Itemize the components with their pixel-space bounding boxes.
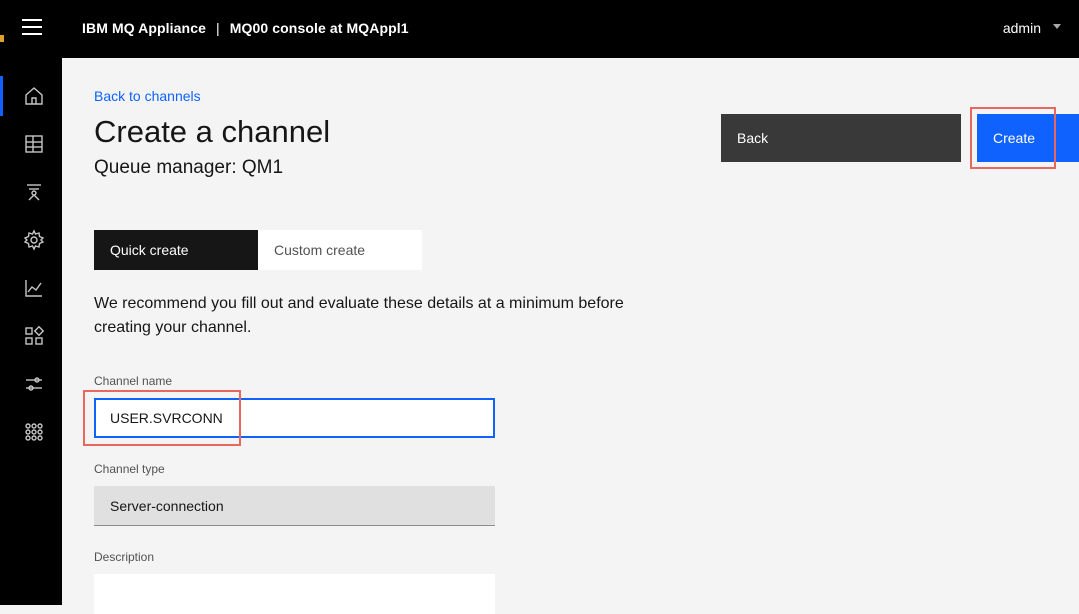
hierarchy-icon [27,184,41,201]
nav-settings[interactable] [0,220,62,260]
create-mode-switcher: Quick create Custom create [94,230,422,270]
nav-apps[interactable] [0,316,62,356]
table-icon [25,135,43,153]
channel-name-label: Channel name [94,374,173,388]
nav-hierarchy[interactable] [0,172,62,212]
side-navigation [0,35,62,605]
menu-icon[interactable] [22,19,42,37]
nav-network[interactable] [0,412,62,452]
intro-text: We recommend you fill out and evaluate t… [94,295,624,336]
user-menu[interactable]: admin [1003,20,1061,36]
tab-quick-create[interactable]: Quick create [94,230,258,270]
back-button[interactable]: Back [721,114,961,162]
home-icon [25,87,43,105]
main-content: Back to channels Create a channel Queue … [62,58,1079,614]
chart-icon [25,280,42,297]
channel-name-input[interactable]: USER.SVRCONN [94,398,495,438]
tab-custom-create[interactable]: Custom create [258,230,422,270]
title-separator: | [215,20,220,36]
queue-manager-subtitle: Queue manager: QM1 [94,157,284,178]
description-label: Description [94,550,155,564]
channel-type-label: Channel type [94,462,165,476]
top-header: IBM MQ Appliance | MQ00 console at MQAppl1… [0,0,1079,58]
nav-home[interactable] [0,76,62,116]
nav-sliders[interactable] [0,364,62,404]
user-name: admin [1002,20,1041,36]
back-to-channels-link[interactable]: Back to channels [94,88,201,104]
app-name: IBM MQ Appliance [82,20,206,36]
apps-icon [25,325,45,345]
sliders-icon [26,377,42,391]
nav-table[interactable] [0,124,62,164]
nav-chart[interactable] [0,268,62,308]
chevron-down-icon [1053,23,1061,29]
network-icon [25,423,43,441]
gear-icon [23,229,45,251]
create-button[interactable]: Create [977,114,1079,162]
channel-type-field: Server-connection [94,486,495,526]
edge-marker [0,35,4,42]
description-input[interactable] [94,574,495,614]
app-title: IBM MQ Appliance | MQ00 console at MQAppl1 [82,20,409,36]
page-title: Create a channel [94,114,331,149]
console-title: MQ00 console at MQAppl1 [229,20,409,36]
